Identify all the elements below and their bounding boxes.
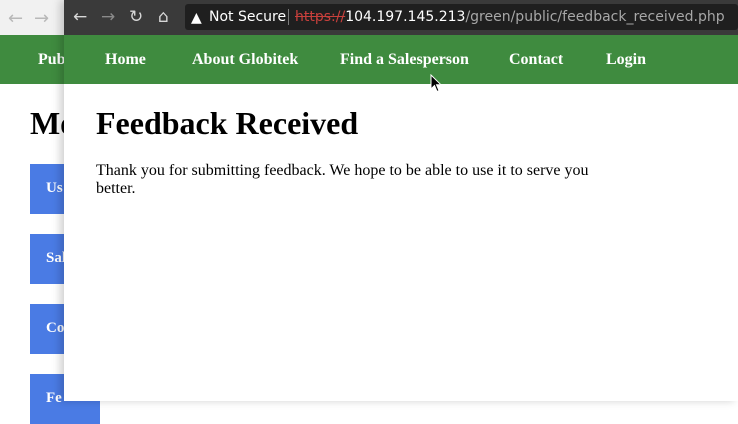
home-icon[interactable]: ⌂ (158, 6, 169, 28)
back-arrow-icon[interactable]: ← (8, 8, 23, 29)
nav-item-home[interactable]: Home (105, 51, 146, 69)
mouse-cursor-icon (430, 74, 442, 93)
forward-arrow-icon[interactable]: → (101, 6, 115, 28)
browser-window: ← → ↻ ⌂ ▲ Not Secure https://104.197.145… (64, 0, 738, 401)
feedback-message: Thank you for submitting feedback. We ho… (96, 162, 589, 197)
url-path: /green/public/feedback_received.php (465, 9, 725, 25)
nav-item-login[interactable]: Login (606, 51, 646, 69)
reload-icon[interactable]: ↻ (129, 6, 143, 28)
browser-toolbar: ← → ↻ ⌂ ▲ Not Secure https://104.197.145… (64, 0, 738, 35)
address-bar[interactable]: ▲ Not Secure https://104.197.145.213/gre… (185, 4, 738, 30)
nav-item-about[interactable]: About Globitek (192, 51, 298, 69)
nav-item-find-salesperson[interactable]: Find a Salesperson (340, 51, 469, 69)
main-content: Feedback Received Thank you for submitti… (96, 104, 616, 198)
url-host: 104.197.145.213 (345, 9, 466, 25)
forward-arrow-icon[interactable]: → (34, 8, 49, 29)
page-title: Feedback Received (96, 105, 359, 141)
url-scheme: https:// (295, 9, 346, 25)
address-separator (288, 9, 289, 25)
nav-item-contact[interactable]: Contact (509, 51, 563, 69)
back-arrow-icon[interactable]: ← (73, 6, 87, 28)
url-text[interactable]: https://104.197.145.213/green/public/fee… (295, 4, 725, 30)
warning-icon: ▲ (191, 10, 202, 26)
site-nav-bar: Home About Globitek Find a Salesperson C… (64, 35, 738, 84)
background-nav-item[interactable]: Pub (38, 51, 66, 69)
not-secure-label[interactable]: Not Secure (209, 4, 286, 30)
